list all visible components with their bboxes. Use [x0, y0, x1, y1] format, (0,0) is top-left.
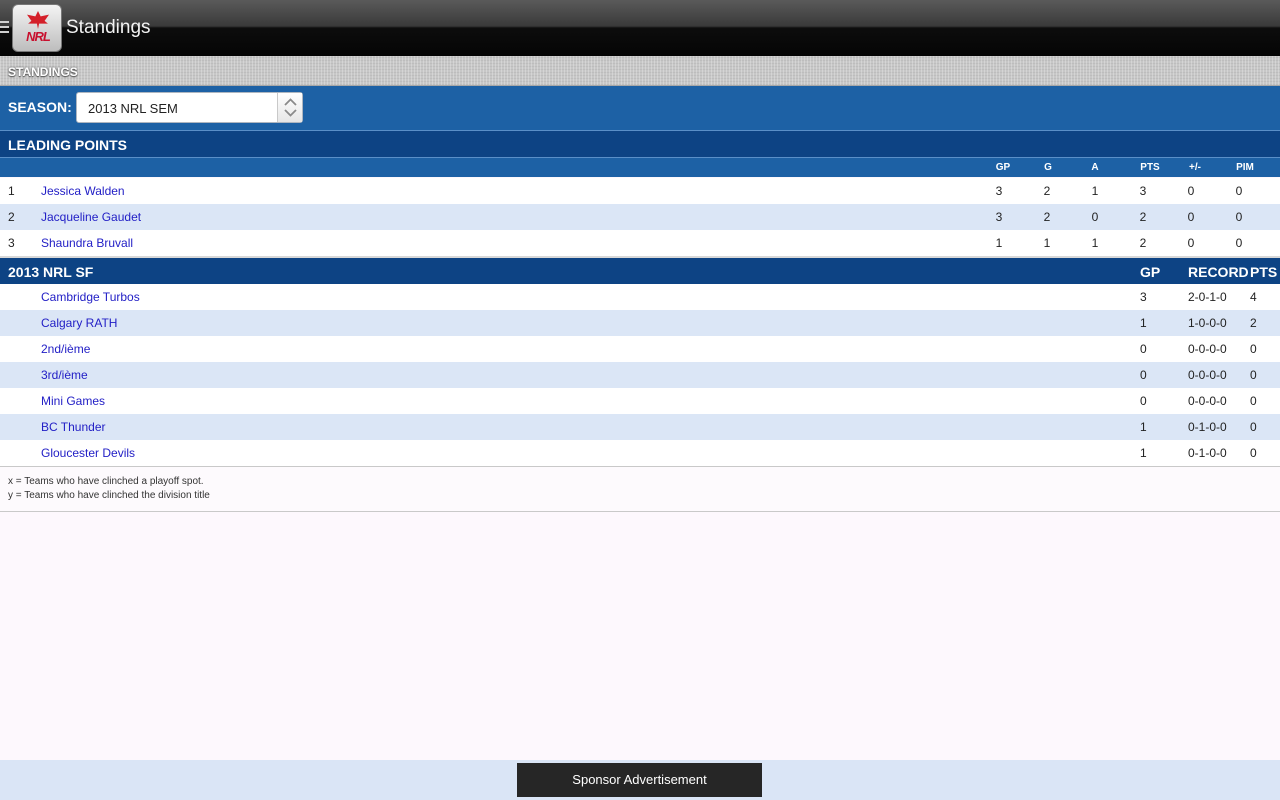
table-row[interactable]: Mini Games 0 0-0-0-0 0 — [0, 388, 1280, 414]
points: 0 — [1250, 368, 1257, 382]
pim: 0 — [1235, 184, 1243, 198]
record: 2-0-1-0 — [1188, 290, 1227, 304]
assists: 1 — [1091, 184, 1099, 198]
maple-leaf-icon — [27, 11, 49, 29]
col-pts[interactable]: PTS — [1250, 264, 1277, 280]
player-link[interactable]: Shaundra Bruvall — [41, 236, 133, 250]
plus-minus: 0 — [1187, 210, 1195, 224]
points: 3 — [1139, 184, 1147, 198]
table-row[interactable]: 1 Jessica Walden 3 2 1 3 0 0 — [0, 178, 1280, 204]
season-select[interactable]: 2013 NRL SEM — [76, 92, 303, 123]
section-header: STANDINGS — [0, 56, 1280, 86]
points: 2 — [1250, 316, 1257, 330]
footer: Sponsor Advertisement — [0, 760, 1280, 800]
legend-x: x = Teams who have clinched a playoff sp… — [8, 476, 204, 487]
gp: 3 — [995, 210, 1003, 224]
table-row[interactable]: 2nd/ième 0 0-0-0-0 0 — [0, 336, 1280, 362]
col-gp[interactable]: GP — [996, 162, 1010, 173]
points: 0 — [1250, 394, 1257, 408]
goals: 1 — [1043, 236, 1051, 250]
action-bar: NRL Standings — [0, 0, 1280, 56]
gp: 0 — [1140, 368, 1147, 382]
gp: 1 — [995, 236, 1003, 250]
points: 4 — [1250, 290, 1257, 304]
record: 0-0-0-0 — [1188, 342, 1227, 356]
table-row[interactable]: BC Thunder 1 0-1-0-0 0 — [0, 414, 1280, 440]
app-logo[interactable]: NRL — [12, 4, 62, 52]
points: 0 — [1250, 446, 1257, 460]
season-label: SEASON: — [8, 99, 72, 115]
season-select-value: 2013 NRL SEM — [88, 101, 178, 116]
gp: 0 — [1140, 342, 1147, 356]
team-link[interactable]: Gloucester Devils — [41, 446, 135, 460]
pim: 0 — [1235, 236, 1243, 250]
plus-minus: 0 — [1187, 236, 1195, 250]
table-row[interactable]: Calgary RATH 1 1-0-0-0 2 — [0, 310, 1280, 336]
gp: 1 — [1140, 446, 1147, 460]
assists: 0 — [1091, 210, 1099, 224]
plus-minus: 0 — [1187, 184, 1195, 198]
record: 0-0-0-0 — [1188, 394, 1227, 408]
team-link[interactable]: 3rd/ième — [41, 368, 88, 382]
team-link[interactable]: Calgary RATH — [41, 316, 117, 330]
team-link[interactable]: BC Thunder — [41, 420, 105, 434]
sponsor-ad-banner[interactable]: Sponsor Advertisement — [517, 763, 762, 797]
team-link[interactable]: Mini Games — [41, 394, 105, 408]
col-pts[interactable]: PTS — [1140, 162, 1159, 173]
pim: 0 — [1235, 210, 1243, 224]
gp: 1 — [1140, 316, 1147, 330]
record: 0-1-0-0 — [1188, 446, 1227, 460]
menu-icon[interactable] — [0, 21, 10, 35]
goals: 2 — [1043, 210, 1051, 224]
points: 0 — [1250, 420, 1257, 434]
col-pim[interactable]: PIM — [1236, 162, 1254, 173]
season-bar: SEASON: 2013 NRL SEM — [0, 86, 1280, 130]
leading-points-title-text: LEADING POINTS — [8, 137, 128, 153]
points: 0 — [1250, 342, 1257, 356]
leading-points-column-headers: GP G A PTS +/- PIM — [0, 157, 1280, 177]
points: 2 — [1139, 210, 1147, 224]
table-row[interactable]: Cambridge Turbos 3 2-0-1-0 4 — [0, 284, 1280, 310]
legend-y: y = Teams who have clinched the division… — [8, 490, 210, 501]
gp: 3 — [995, 184, 1003, 198]
rank: 3 — [8, 236, 15, 250]
table-row[interactable]: 2 Jacqueline Gaudet 3 2 0 2 0 0 — [0, 204, 1280, 230]
section-title: STANDINGS — [8, 65, 78, 79]
spinner-arrows-icon[interactable] — [277, 93, 302, 122]
division-header: 2013 NRL SF GP RECORD PTS — [0, 256, 1280, 284]
gp: 0 — [1140, 394, 1147, 408]
col-record[interactable]: RECORD — [1188, 264, 1249, 280]
team-link[interactable]: Cambridge Turbos — [41, 290, 140, 304]
rank: 1 — [8, 184, 15, 198]
page-title: Standings — [66, 17, 151, 38]
leading-points-title: LEADING POINTS — [0, 130, 1280, 157]
gp: 3 — [1140, 290, 1147, 304]
assists: 1 — [1091, 236, 1099, 250]
table-row[interactable]: Gloucester Devils 1 0-1-0-0 0 — [0, 440, 1280, 466]
col-gp[interactable]: GP — [1140, 264, 1160, 280]
record: 0-0-0-0 — [1188, 368, 1227, 382]
standings-legend: x = Teams who have clinched a playoff sp… — [0, 466, 1280, 512]
rank: 2 — [8, 210, 15, 224]
team-link[interactable]: 2nd/ième — [41, 342, 90, 356]
table-row[interactable]: 3rd/ième 0 0-0-0-0 0 — [0, 362, 1280, 388]
logo-text: NRL — [26, 29, 51, 44]
col-a[interactable]: A — [1091, 162, 1098, 173]
col-g[interactable]: G — [1044, 162, 1052, 173]
division-title: 2013 NRL SF — [8, 264, 94, 280]
points: 2 — [1139, 236, 1147, 250]
col-plus-minus[interactable]: +/- — [1189, 162, 1201, 173]
record: 0-1-0-0 — [1188, 420, 1227, 434]
player-link[interactable]: Jacqueline Gaudet — [41, 210, 141, 224]
gp: 1 — [1140, 420, 1147, 434]
goals: 2 — [1043, 184, 1051, 198]
table-row[interactable]: 3 Shaundra Bruvall 1 1 1 2 0 0 — [0, 230, 1280, 256]
player-link[interactable]: Jessica Walden — [41, 184, 125, 198]
record: 1-0-0-0 — [1188, 316, 1227, 330]
